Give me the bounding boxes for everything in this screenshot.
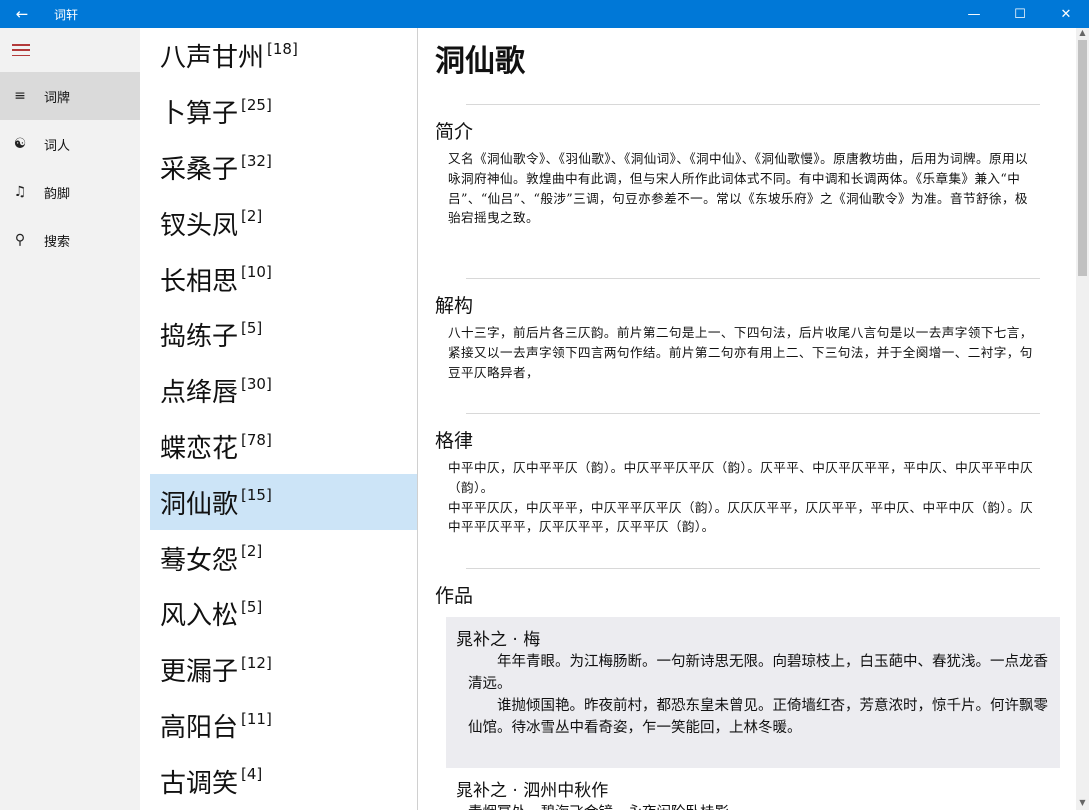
nav-item-cipai[interactable]: ≡ 词牌: [0, 72, 140, 120]
nav-item-search[interactable]: ⚲ 搜索: [0, 216, 140, 264]
detail-pane: 洞仙歌 简介 又名《洞仙歌令》、《羽仙歌》、《洞仙词》、《洞中仙》、《洞仙歌慢》…: [418, 28, 1076, 810]
maximize-icon[interactable]: ☐: [997, 0, 1043, 28]
window-controls: — ☐ ✕: [951, 0, 1089, 28]
cipai-list: 八声甘州 [18] 卜算子 [25] 采桑子 [32] 钗头凤 [2] 长相思 [10] …: [150, 28, 417, 810]
back-arrow-icon[interactable]: ←: [0, 0, 44, 28]
nav-item-label: 搜索: [44, 234, 71, 250]
section-divider: [466, 104, 1040, 105]
meter-line: 中平平仄仄，中仄平平，中仄平平仄平仄（韵）。仄仄仄平平，仄仄平平，平中仄、中平中…: [448, 499, 1034, 535]
list-item[interactable]: 长相思 [10]: [150, 251, 417, 307]
work-paragraph: 谁抛倾国艳。昨夜前村，都恐东皇未曾见。正倚墙红杏，芳意浓时，惊千片。何许飘零仙馆…: [468, 698, 1048, 736]
scroll-up-icon[interactable]: ▲: [1076, 28, 1089, 40]
section-divider: [466, 568, 1040, 569]
people-list-icon: ☯: [13, 136, 27, 152]
work-body-cut: 青烟幂处，碧海飞金镜。永夜闲阶卧桂影。: [468, 802, 1038, 810]
intro-text: 又名《洞仙歌令》、《羽仙歌》、《洞仙词》、《洞中仙》、《洞仙歌慢》。原唐教坊曲，…: [448, 151, 1028, 226]
structure-text: 八十三字，前后片各三仄韵。前片第二句是上一、下四句法，后片收尾八言句是以一去声字…: [448, 325, 1033, 380]
list-item[interactable]: 蝶恋花 [78]: [150, 419, 417, 475]
hamburger-button[interactable]: [0, 28, 140, 72]
section-divider: [466, 278, 1040, 279]
music-list-icon: ♫: [13, 184, 27, 200]
page-title: 洞仙歌: [435, 44, 525, 79]
minimize-icon[interactable]: —: [951, 0, 997, 28]
list-item[interactable]: 古调笑 [4]: [150, 753, 417, 809]
close-icon[interactable]: ✕: [1043, 0, 1089, 28]
title-bar: ← 词轩 — ☐ ✕: [0, 0, 1089, 28]
list-item[interactable]: 点绛唇 [30]: [150, 363, 417, 419]
list-item-selected[interactable]: 洞仙歌 [15]: [150, 474, 417, 531]
hamburger-icon: [12, 44, 30, 56]
list-item[interactable]: 高阳台 [11]: [150, 698, 417, 754]
work-title: 晁补之 · 泗州中秋作: [456, 781, 609, 801]
list-item[interactable]: 采桑子 [32]: [150, 140, 417, 196]
list-item[interactable]: 八声甘州 [18]: [150, 28, 417, 84]
section-heading-meter: 格律: [435, 430, 474, 452]
meter-text: 中平中仄，仄中平平仄（韵）。中仄平平仄平仄（韵）。仄平平、中仄平仄平平，平中仄、…: [448, 458, 1040, 537]
scrollbar-thumb[interactable]: [1078, 40, 1087, 276]
work-paragraph: 年年青眼。为江梅肠断。一句新诗思无限。向碧琼枝上，白玉葩中、春犹浅。一点龙香清远…: [468, 654, 1048, 692]
section-divider: [466, 413, 1040, 414]
list-item[interactable]: 蓦女怨 [2]: [150, 530, 417, 586]
nav-item-label: 词人: [44, 138, 71, 154]
detail-scrollbar[interactable]: ▲ ▼: [1076, 28, 1089, 810]
work-card[interactable]: 晁补之 · 梅 年年青眼。为江梅肠断。一句新诗思无限。向碧琼枝上，白玉葩中、春犹…: [446, 617, 1060, 768]
list-item[interactable]: 捣练子 [5]: [150, 307, 417, 363]
list-item[interactable]: 卜算子 [25]: [150, 84, 417, 140]
nav-pane: ≡ 词牌 ☯ 词人 ♫ 韵脚 ⚲ 搜索: [0, 28, 140, 810]
work-title: 晁补之 · 梅: [456, 630, 541, 650]
search-icon: ⚲: [14, 232, 26, 248]
nav-item-yunjiao[interactable]: ♫ 韵脚: [0, 168, 140, 216]
nav-item-label: 韵脚: [44, 186, 71, 202]
list-item[interactable]: 钗头凤 [2]: [150, 195, 417, 251]
section-heading-structure: 解构: [435, 295, 474, 317]
work-body: 年年青眼。为江梅肠断。一句新诗思无限。向碧琼枝上，白玉葩中、春犹浅。一点龙香清远…: [468, 651, 1048, 739]
list-item[interactable]: 风入松 [5]: [150, 586, 417, 642]
section-heading-intro: 简介: [435, 121, 474, 143]
list-icon: ≡: [14, 88, 26, 104]
scroll-down-icon[interactable]: ▼: [1076, 798, 1089, 810]
list-item[interactable]: 更漏子 [12]: [150, 642, 417, 698]
nav-item-label: 词牌: [44, 90, 71, 106]
meter-line: 中平中仄，仄中平平仄（韵）。中仄平平仄平仄（韵）。仄平平、中仄平仄平平，平中仄、…: [448, 460, 1034, 495]
window-title: 词轩: [54, 7, 79, 22]
section-heading-works: 作品: [435, 585, 474, 607]
nav-item-ciren[interactable]: ☯ 词人: [0, 120, 140, 168]
